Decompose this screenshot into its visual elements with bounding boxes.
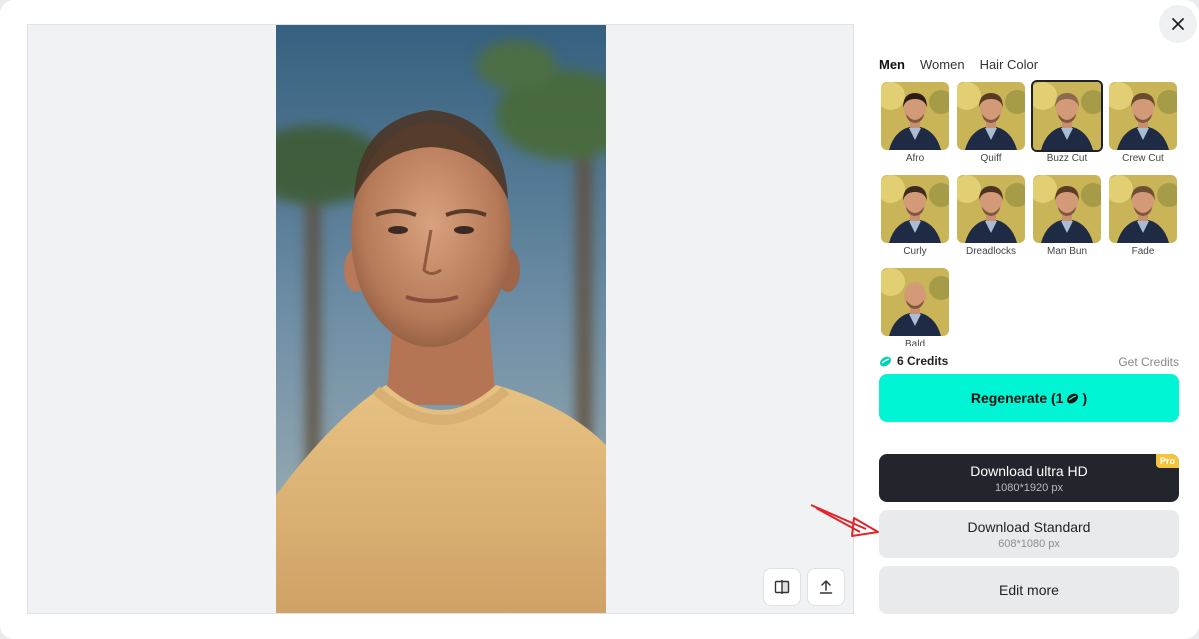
hairstyle-label: Quiff bbox=[980, 153, 1002, 164]
tab-women[interactable]: Women bbox=[920, 57, 965, 72]
regenerate-label: Regenerate (1 bbox=[970, 390, 1064, 406]
download-ultra-hd-size: 1080*1920 px bbox=[995, 481, 1063, 494]
compare-button[interactable] bbox=[763, 568, 801, 606]
hairstyle-option-fade[interactable]: Fade bbox=[1107, 173, 1179, 263]
regenerate-suffix: ) bbox=[1082, 390, 1088, 406]
hairstyle-label: Buzz Cut bbox=[1046, 153, 1088, 164]
hairstyle-option-afro[interactable]: Afro bbox=[879, 80, 951, 170]
hairstyle-thumbnail bbox=[881, 82, 949, 150]
hairstyle-thumbnail bbox=[1033, 175, 1101, 243]
hairstyle-grid: Afro Quiff Buzz Cut Crew Cut Curly Dreadlocks… bbox=[879, 80, 1179, 346]
regenerate-button[interactable]: Regenerate (1 ) bbox=[879, 374, 1179, 422]
credit-bean-icon bbox=[880, 356, 891, 366]
hairstyle-option-curly[interactable]: Curly bbox=[879, 173, 951, 263]
hairstyle-label: Afro bbox=[905, 153, 925, 164]
credits-label: 6 Credits bbox=[897, 354, 949, 368]
upload-icon bbox=[819, 580, 833, 594]
hairstyle-thumbnail bbox=[881, 175, 949, 243]
share-button[interactable] bbox=[807, 568, 845, 606]
download-standard-label: Download Standard bbox=[967, 518, 1091, 535]
hairstyle-option-bald[interactable]: Bald bbox=[879, 266, 951, 346]
red-arrow-annotation bbox=[810, 504, 879, 537]
close-icon bbox=[1172, 18, 1184, 30]
preview-panel bbox=[27, 24, 854, 614]
tab-men[interactable]: Men bbox=[879, 57, 905, 72]
edit-more-button[interactable]: Edit more bbox=[879, 566, 1179, 614]
close-button[interactable] bbox=[1159, 5, 1197, 43]
hairstyle-option-dreadlocks[interactable]: Dreadlocks bbox=[955, 173, 1027, 263]
hairstyle-thumbnail bbox=[957, 82, 1025, 150]
credits-display: 6 Credits bbox=[879, 354, 948, 368]
get-credits-link[interactable]: Get Credits bbox=[1118, 355, 1179, 369]
portrait-photo bbox=[276, 25, 606, 613]
hairstyle-label: Dreadlocks bbox=[965, 246, 1017, 257]
download-standard-size: 608*1080 px bbox=[998, 537, 1060, 550]
hairstyle-label: Bald bbox=[904, 339, 925, 346]
hairstyle-option-man-bun[interactable]: Man Bun bbox=[1031, 173, 1103, 263]
hairstyle-label: Man Bun bbox=[1046, 246, 1088, 257]
hairstyle-label: Crew Cut bbox=[1122, 153, 1164, 164]
edit-more-label: Edit more bbox=[999, 582, 1059, 598]
hairstyle-option-crew-cut[interactable]: Crew Cut bbox=[1107, 80, 1179, 170]
hairstyle-thumbnail bbox=[881, 268, 949, 336]
hairstyle-thumbnail bbox=[1109, 82, 1177, 150]
credit-bean-icon bbox=[1067, 393, 1079, 403]
hairstyle-label: Curly bbox=[903, 246, 927, 257]
hairstyle-thumbnail bbox=[957, 175, 1025, 243]
download-standard-button[interactable]: Download Standard 608*1080 px bbox=[879, 510, 1179, 558]
pro-badge: Pro bbox=[1155, 454, 1179, 468]
hairstyle-thumbnail bbox=[1109, 175, 1177, 243]
download-ultra-hd-button[interactable]: Download ultra HD 1080*1920 px Pro bbox=[879, 454, 1179, 502]
hairstyle-label: Fade bbox=[1131, 246, 1155, 257]
tab-hair-color[interactable]: Hair Color bbox=[980, 57, 1039, 72]
category-tabs: Men Women Hair Color bbox=[879, 57, 1038, 72]
hairstyle-thumbnail bbox=[1031, 80, 1103, 152]
compare-icon bbox=[774, 580, 790, 594]
hairstyle-modal: Men Women Hair Color Afro Quiff Buzz Cut Cr… bbox=[0, 0, 1199, 639]
download-ultra-hd-label: Download ultra HD bbox=[970, 462, 1088, 479]
hairstyle-option-quiff[interactable]: Quiff bbox=[955, 80, 1027, 170]
hairstyle-option-buzz-cut[interactable]: Buzz Cut bbox=[1031, 80, 1103, 170]
